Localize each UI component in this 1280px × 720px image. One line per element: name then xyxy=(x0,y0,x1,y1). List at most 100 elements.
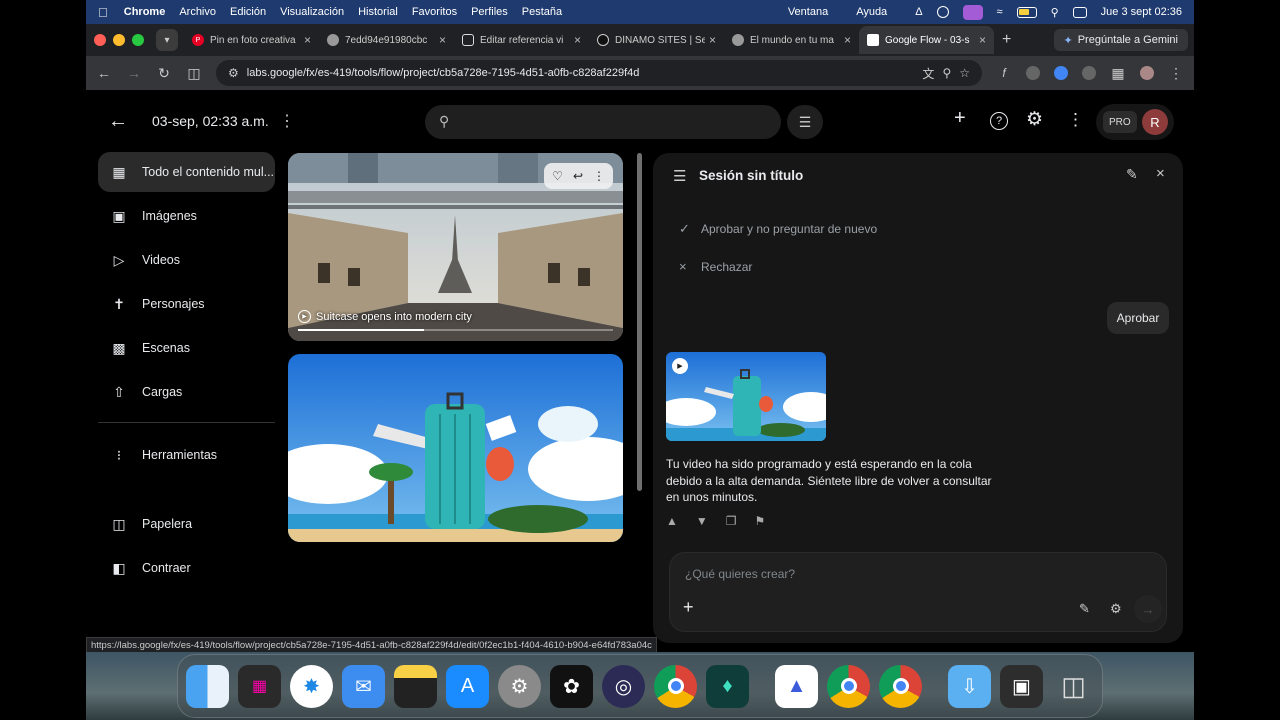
chatgpt-extension-icon[interactable] xyxy=(1026,66,1040,80)
chrome-icon[interactable] xyxy=(827,664,870,708)
bookmark-star-icon[interactable]: ☆ xyxy=(959,66,970,80)
play-icon[interactable]: ▶ xyxy=(672,358,688,374)
prompt-input[interactable]: ¿Qué quieres crear? xyxy=(685,567,795,581)
nav-item-trash[interactable]: ◫ Papelera xyxy=(98,504,275,544)
sidebar-toggle-icon[interactable]: ◫ xyxy=(186,65,202,82)
trash-icon[interactable]: ◫ xyxy=(1052,665,1095,708)
downloads-folder-icon[interactable]: ⇩ xyxy=(948,664,991,708)
settings-sliders-icon[interactable]: ⚙ xyxy=(1110,601,1122,617)
thumbs-down-icon[interactable]: ▼ xyxy=(696,514,708,528)
close-tab-icon[interactable]: × xyxy=(574,33,581,47)
filter-button[interactable]: ☰ xyxy=(787,105,823,139)
spotlight-icon[interactable]: ⚲ xyxy=(1051,6,1059,19)
obs-icon[interactable]: ◎ xyxy=(602,664,645,708)
fx-extension-icon[interactable]: f xyxy=(996,66,1012,80)
thumbs-up-icon[interactable]: ▲ xyxy=(666,514,678,528)
control-center-icon[interactable] xyxy=(1072,6,1087,18)
new-session-edit-icon[interactable]: ✎ xyxy=(1126,166,1138,183)
blue-extension-icon[interactable] xyxy=(1054,66,1068,80)
chatgpt-icon[interactable]: ✿ xyxy=(550,664,593,708)
video-progress-bar[interactable] xyxy=(298,329,613,331)
close-tab-icon[interactable]: × xyxy=(709,33,716,47)
generated-video-thumbnail[interactable]: ▶ xyxy=(666,352,826,441)
add-attachment-icon[interactable]: + xyxy=(683,597,694,618)
menu-historial[interactable]: Historial xyxy=(358,6,398,18)
menu-edicion[interactable]: Edición xyxy=(230,6,266,18)
account-chip[interactable]: PRO R xyxy=(1096,104,1174,140)
option-reject[interactable]: × Rechazar xyxy=(679,259,752,274)
nav-item-scenes[interactable]: ▩ Escenas xyxy=(98,328,275,368)
reload-icon[interactable]: ↻ xyxy=(156,65,172,82)
arc-icon[interactable]: ▲ xyxy=(775,664,818,708)
prompt-notes-icon[interactable]: ✎ xyxy=(1079,601,1090,617)
reuse-prompt-icon[interactable]: ↩ xyxy=(573,169,583,183)
finder-icon[interactable] xyxy=(186,664,229,708)
profile-avatar-icon[interactable] xyxy=(1140,66,1154,80)
help-icon[interactable]: ? xyxy=(990,112,1008,130)
screen-icon[interactable]: ▣ xyxy=(1000,664,1043,708)
mail-icon[interactable]: ✉ xyxy=(342,664,385,708)
app-store-icon[interactable]: A xyxy=(446,664,489,708)
nav-item-images[interactable]: ▣ Imágenes xyxy=(98,196,275,236)
menu-ventana[interactable]: Ventana xyxy=(788,6,828,18)
avatar[interactable]: R xyxy=(1142,109,1168,135)
close-panel-icon[interactable]: × xyxy=(1156,165,1165,182)
tab-google-flow[interactable]: Google Flow - 03-s × xyxy=(859,26,994,54)
tab-mundo[interactable]: El mundo en tu ma × xyxy=(724,26,859,54)
back-icon[interactable]: ← xyxy=(96,65,112,81)
chrome-icon[interactable] xyxy=(654,664,697,708)
session-menu-icon[interactable]: ☰ xyxy=(673,167,686,185)
chrome-menu-icon[interactable]: ⋮ xyxy=(1168,65,1184,82)
nav-item-videos[interactable]: ▷ Videos xyxy=(98,240,275,280)
menu-app-name[interactable]: Chrome xyxy=(124,6,166,18)
tab-pinterest[interactable]: P Pin en foto creativa × xyxy=(184,26,319,54)
site-info-icon[interactable]: ⚙ xyxy=(228,66,239,80)
translate-icon[interactable]: 文 xyxy=(922,65,934,82)
tab-instagram[interactable]: Editar referencia vi × xyxy=(454,26,589,54)
arc-status-icon[interactable]: Δ xyxy=(915,6,922,18)
card-more-icon[interactable]: ⋮ xyxy=(593,169,605,183)
nav-item-collapse[interactable]: ◧ Contraer xyxy=(98,548,275,588)
battery-icon[interactable] xyxy=(1016,6,1037,18)
minimize-window-button[interactable] xyxy=(113,34,125,46)
nav-item-tools[interactable]: ⁝ Herramientas xyxy=(98,435,275,475)
system-settings-icon[interactable]: ⚙ xyxy=(498,664,541,708)
media-card-suitcase-image[interactable] xyxy=(288,354,623,542)
obs-status-icon[interactable] xyxy=(936,6,949,18)
ask-gemini-button[interactable]: ✦ Pregúntale a Gemini xyxy=(1053,29,1188,51)
menu-ayuda[interactable]: Ayuda xyxy=(856,6,887,18)
zoom-icon[interactable]: ⚲ xyxy=(942,66,951,80)
nav-item-all-media[interactable]: ▦ Todo el contenido mul... xyxy=(98,152,275,192)
apple-icon[interactable]:  xyxy=(98,5,108,20)
screen-record-icon[interactable] xyxy=(962,4,983,20)
chrome-icon[interactable] xyxy=(879,664,922,708)
media-card-city-video[interactable]: ♡ ↩ ⋮ ▶ Suitcase opens into modern city xyxy=(288,153,623,341)
more-options-icon[interactable]: ⋮ xyxy=(1067,110,1084,130)
camera-extension-icon[interactable] xyxy=(1082,66,1096,80)
report-flag-icon[interactable]: ⚑ xyxy=(755,514,766,528)
send-arrow-icon[interactable]: → xyxy=(1134,595,1162,623)
tab-7edd[interactable]: 7edd94e91980cbc × xyxy=(319,26,454,54)
add-icon[interactable]: + xyxy=(954,107,966,130)
launchpad-icon[interactable]: ▦ xyxy=(238,664,281,708)
nav-item-characters[interactable]: ✝ Personajes xyxy=(98,284,275,324)
project-title[interactable]: 03-sep, 02:33 a.m. xyxy=(152,113,269,129)
wifi-icon[interactable]: ≈ xyxy=(997,6,1003,18)
menu-perfiles[interactable]: Perfiles xyxy=(471,6,508,18)
media-scrollbar[interactable] xyxy=(637,153,642,491)
menu-visualizacion[interactable]: Visualización xyxy=(280,6,344,18)
forward-icon[interactable]: → xyxy=(126,65,142,81)
address-bar[interactable]: ⚙ labs.google/fx/es-419/tools/flow/proje… xyxy=(216,60,982,86)
filmora-icon[interactable]: ♦ xyxy=(706,664,749,708)
prompt-composer[interactable]: ¿Qué quieres crear? + ✎ ⚙ → xyxy=(669,552,1167,632)
close-tab-icon[interactable]: × xyxy=(844,33,851,47)
extensions-puzzle-icon[interactable]: ▦ xyxy=(1110,65,1126,82)
settings-gear-icon[interactable]: ⚙ xyxy=(1026,108,1043,131)
address-url[interactable]: labs.google/fx/es-419/tools/flow/project… xyxy=(247,67,915,79)
option-approve-always[interactable]: ✓ Aprobar y no preguntar de nuevo xyxy=(679,221,877,237)
menubar-datetime[interactable]: Jue 3 sept 02:36 xyxy=(1101,6,1182,18)
new-tab-icon[interactable]: + xyxy=(1002,31,1011,49)
back-arrow-icon[interactable]: ← xyxy=(108,110,128,133)
copy-icon[interactable]: ❐ xyxy=(726,514,737,528)
close-tab-icon[interactable]: × xyxy=(439,33,446,47)
